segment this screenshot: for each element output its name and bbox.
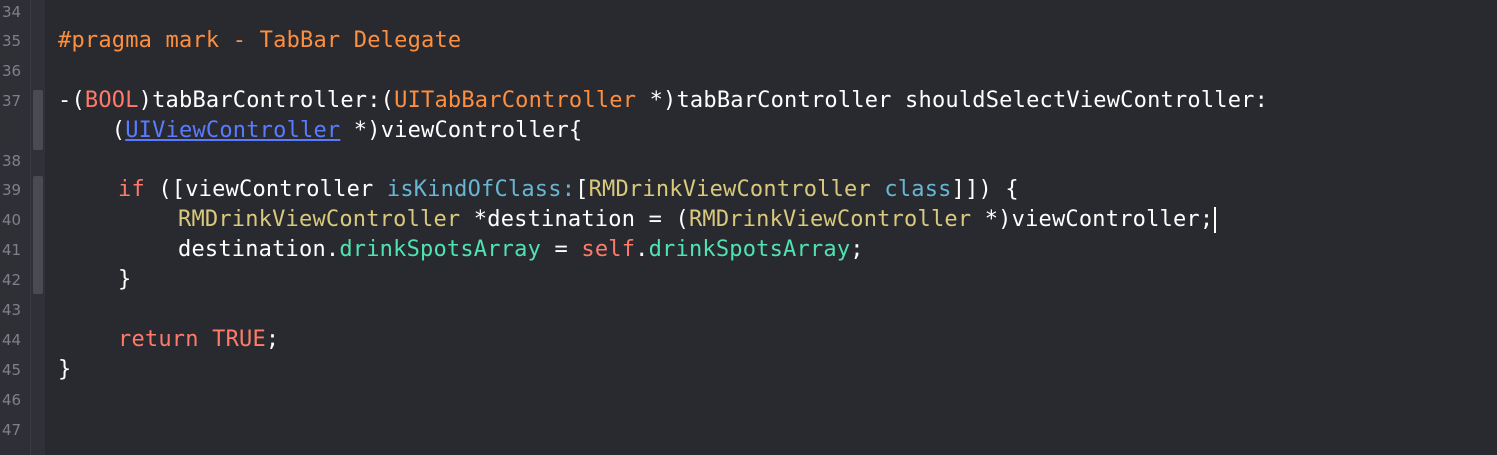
code-token: destination. bbox=[178, 237, 340, 262]
line-number: 42 bbox=[2, 271, 22, 289]
code-token: = bbox=[541, 237, 582, 262]
property-name: drinkSpotsArray bbox=[648, 237, 851, 262]
code-token: -( bbox=[58, 88, 85, 113]
line-number: 38 bbox=[2, 152, 22, 170]
code-token: *destination = ( bbox=[460, 207, 689, 232]
line-number: 41 bbox=[2, 241, 22, 259]
code-line[interactable]: 34 bbox=[0, 0, 1497, 27]
code-line[interactable]: 35 #pragma mark - TabBar Delegate bbox=[0, 26, 1497, 56]
code-line[interactable]: 47 bbox=[0, 415, 1497, 445]
class-name: UITabBarController bbox=[394, 88, 637, 113]
line-number: 44 bbox=[2, 331, 22, 349]
code-line[interactable]: 39 if ([viewController isKindOfClass:[RM… bbox=[0, 175, 1497, 205]
pragma-directive: #pragma mark - TabBar Delegate bbox=[58, 28, 462, 53]
code-line[interactable]: 42 } bbox=[0, 265, 1497, 295]
line-number: 46 bbox=[2, 391, 22, 409]
line-number: 45 bbox=[2, 361, 22, 379]
class-link[interactable]: UIViewController bbox=[125, 118, 340, 143]
code-line-wrapped[interactable]: (UIViewController *)viewController{ bbox=[0, 116, 1497, 146]
line-number: 35 bbox=[2, 32, 22, 50]
line-number: 34 bbox=[2, 3, 22, 21]
closing-brace: } bbox=[118, 267, 132, 292]
code-line[interactable]: 36 bbox=[0, 56, 1497, 86]
method-name: isKindOfClass: bbox=[386, 177, 576, 202]
code-token: *)tabBarController shouldSelectViewContr… bbox=[636, 88, 1269, 113]
code-token: ( bbox=[58, 118, 126, 143]
code-token: ([viewController bbox=[144, 177, 387, 202]
class-name: RMDrinkViewController bbox=[588, 177, 871, 202]
code-line[interactable]: 44 return TRUE; bbox=[0, 325, 1497, 355]
code-token: ; bbox=[265, 327, 280, 352]
code-token: *)viewController; bbox=[971, 207, 1214, 232]
code-line[interactable]: 38 bbox=[0, 146, 1497, 176]
true-literal: TRUE bbox=[212, 327, 266, 352]
code-token: ]]) { bbox=[951, 177, 1019, 202]
code-token: )tabBarController:( bbox=[138, 88, 395, 113]
line-number: 37 bbox=[2, 92, 22, 110]
code-token: . bbox=[635, 237, 649, 262]
return-keyword: return bbox=[118, 327, 199, 352]
code-line[interactable]: 46 bbox=[0, 385, 1497, 415]
code-editor[interactable]: 34 35 #pragma mark - TabBar Delegate 36 … bbox=[0, 0, 1497, 455]
property-name: drinkSpotsArray bbox=[339, 237, 542, 262]
if-keyword: if bbox=[118, 177, 145, 202]
self-keyword: self bbox=[581, 237, 636, 262]
line-number: 39 bbox=[2, 181, 22, 199]
method-name: class bbox=[870, 177, 952, 202]
code-line[interactable]: 43 bbox=[0, 295, 1497, 325]
code-line[interactable]: 41 destination.drinkSpotsArray = self.dr… bbox=[0, 235, 1497, 265]
code-line-current[interactable]: 40 RMDrinkViewController *destination = … bbox=[0, 205, 1497, 235]
closing-brace: } bbox=[58, 357, 72, 382]
line-number: 36 bbox=[2, 62, 22, 80]
code-line[interactable]: 37 -(BOOL)tabBarController:(UITabBarCont… bbox=[0, 86, 1497, 116]
class-name: RMDrinkViewController bbox=[688, 207, 972, 232]
line-number: 40 bbox=[2, 211, 22, 229]
line-number: 43 bbox=[2, 301, 22, 319]
text-cursor bbox=[1214, 207, 1217, 233]
code-line[interactable]: 45 } bbox=[0, 355, 1497, 385]
class-name: RMDrinkViewController bbox=[178, 207, 461, 232]
code-token: *)viewController{ bbox=[340, 118, 583, 143]
type-keyword: BOOL bbox=[84, 88, 139, 113]
code-token: [ bbox=[575, 177, 589, 202]
code-token: ; bbox=[850, 237, 864, 262]
line-number: 47 bbox=[2, 421, 22, 439]
